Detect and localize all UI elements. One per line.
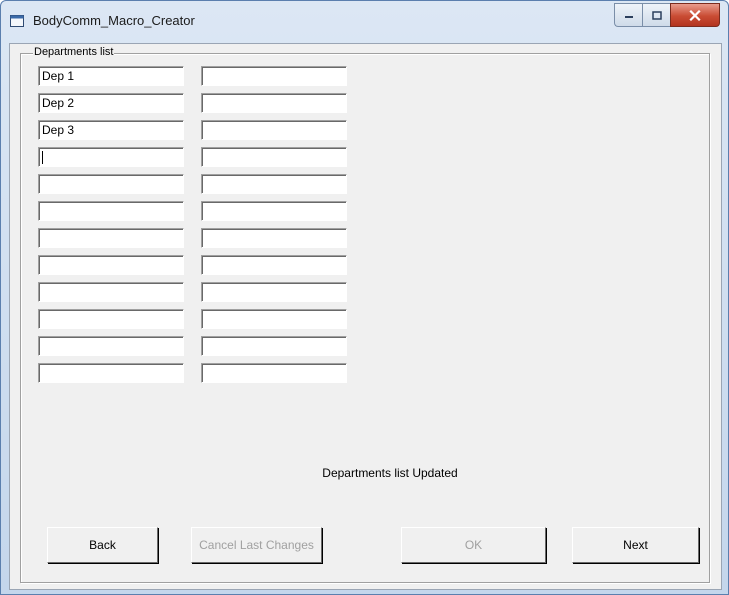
department-field-right-9[interactable]	[201, 282, 347, 302]
close-icon	[689, 9, 701, 21]
department-field-right-3[interactable]	[201, 120, 347, 140]
department-field-right-10[interactable]	[201, 309, 347, 329]
ok-button[interactable]: OK	[401, 527, 546, 563]
department-field-right-7[interactable]	[201, 228, 347, 248]
maximize-button[interactable]	[642, 3, 670, 27]
department-field-left-12[interactable]	[38, 363, 184, 383]
next-button[interactable]: Next	[572, 527, 699, 563]
department-field-right-12[interactable]	[201, 363, 347, 383]
department-field-left-4[interactable]	[38, 147, 184, 167]
caption-buttons	[614, 3, 720, 27]
department-field-left-3[interactable]: Dep 3	[38, 120, 184, 140]
department-field-right-2[interactable]	[201, 93, 347, 113]
cancel-last-changes-button[interactable]: Cancel Last Changes	[191, 527, 322, 563]
department-field-left-10[interactable]	[38, 309, 184, 329]
department-field-right-8[interactable]	[201, 255, 347, 275]
department-field-right-11[interactable]	[201, 336, 347, 356]
text-cursor	[42, 151, 43, 165]
department-field-left-7[interactable]	[38, 228, 184, 248]
window-title: BodyComm_Macro_Creator	[33, 13, 195, 28]
department-field-right-5[interactable]	[201, 174, 347, 194]
department-field-right-1[interactable]	[201, 66, 347, 86]
title-bar: BodyComm_Macro_Creator	[1, 1, 728, 43]
department-field-right-6[interactable]	[201, 201, 347, 221]
maximize-icon	[651, 10, 662, 20]
status-message: Departments list Updated	[322, 466, 458, 480]
department-field-left-6[interactable]	[38, 201, 184, 221]
department-field-right-4[interactable]	[201, 147, 347, 167]
minimize-icon	[624, 16, 633, 18]
back-button[interactable]: Back	[47, 527, 158, 563]
department-field-left-1[interactable]: Dep 1	[38, 66, 184, 86]
minimize-button[interactable]	[614, 3, 642, 27]
department-field-left-11[interactable]	[38, 336, 184, 356]
close-button[interactable]	[670, 3, 720, 27]
department-field-left-5[interactable]	[38, 174, 184, 194]
department-field-left-2[interactable]: Dep 2	[38, 93, 184, 113]
departments-group-label: Departments list	[33, 46, 115, 59]
app-window-icon	[10, 15, 24, 27]
department-field-left-8[interactable]	[38, 255, 184, 275]
department-field-left-9[interactable]	[38, 282, 184, 302]
